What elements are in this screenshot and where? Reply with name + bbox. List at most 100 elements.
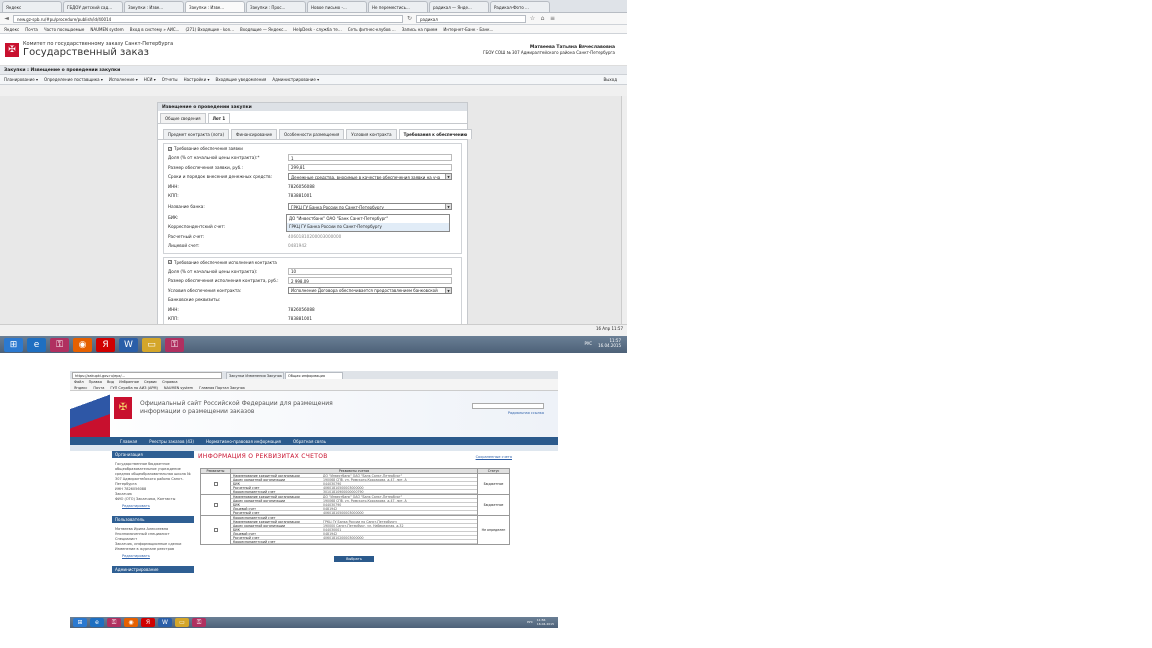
ie-icon[interactable]: e bbox=[27, 337, 46, 352]
start-button-icon[interactable]: ⊞ bbox=[73, 618, 87, 627]
folder-icon[interactable]: ▭ bbox=[175, 618, 189, 627]
bookmark-item[interactable]: HelpDesk - служба те... bbox=[293, 27, 342, 32]
menu-item[interactable]: Справка bbox=[162, 380, 177, 385]
menu-item-reports[interactable]: Отчеты bbox=[162, 77, 178, 82]
header-link[interactable]: Радиальная ссылка bbox=[508, 411, 544, 415]
clock[interactable]: 11:57 16.04.2015 bbox=[598, 338, 621, 348]
bookmark-item[interactable]: Сеть фитнес-клубов ... bbox=[348, 27, 396, 32]
row-checkbox[interactable] bbox=[213, 527, 218, 532]
tab-lot-1[interactable]: Лот 1 bbox=[207, 113, 231, 123]
bookmark-item[interactable]: Входящие — Яндекс... bbox=[240, 27, 287, 32]
bookmark-item[interactable]: Яндекс bbox=[4, 27, 19, 32]
browser-tab[interactable]: Радикал-Фото ... bbox=[490, 1, 550, 12]
menu-item[interactable]: Сервис bbox=[144, 380, 157, 385]
sidebar-head-organization[interactable]: Организация bbox=[112, 451, 194, 458]
browser-tab[interactable]: Не переместись... bbox=[368, 1, 428, 12]
menu-item[interactable]: Файл bbox=[74, 380, 84, 385]
ie-icon[interactable]: e bbox=[90, 618, 104, 627]
home-icon[interactable]: ⌂ bbox=[539, 15, 546, 22]
browser-tab[interactable]: ГБДОУ детский сад... bbox=[63, 1, 123, 12]
key-icon[interactable]: ⚿ bbox=[50, 337, 69, 352]
menu-item-notifications[interactable]: Входящие уведомления bbox=[215, 77, 266, 82]
tab-general[interactable]: Общие сведения bbox=[160, 113, 206, 123]
browser-tab[interactable]: радикал — Янде... bbox=[429, 1, 489, 12]
menu-item-nsi[interactable]: НСИ ▾ bbox=[144, 77, 156, 82]
menu-item-supplier[interactable]: Определение поставщика ▾ bbox=[44, 77, 103, 82]
bookmark-item[interactable]: Часто посещаемые bbox=[44, 27, 84, 32]
clock[interactable]: 11:56 16.04.2015 bbox=[537, 618, 554, 626]
edit-organization-link[interactable]: Редактировать bbox=[112, 502, 194, 510]
subtab-subject[interactable]: Предмет контракта (лота) bbox=[163, 129, 230, 139]
page-scrollbar[interactable] bbox=[621, 96, 627, 326]
back-icon[interactable]: ◄ bbox=[3, 15, 10, 22]
bookmark-item[interactable]: Яндекс bbox=[74, 386, 87, 390]
subtab-financing[interactable]: Финансирование bbox=[231, 129, 278, 139]
browser-tab-active[interactable]: Общая информация bbox=[285, 372, 343, 379]
bank-select[interactable]: ГРКЦ ГУ Банка России по Санкт-Петербургу… bbox=[288, 203, 452, 210]
word-icon[interactable]: W bbox=[119, 337, 138, 352]
menu-item[interactable]: Правка bbox=[89, 380, 102, 385]
start-button-icon[interactable]: ⊞ bbox=[4, 337, 23, 352]
folder-icon[interactable]: ▭ bbox=[142, 337, 161, 352]
firefox-icon[interactable]: ◉ bbox=[73, 337, 92, 352]
browser-tab[interactable]: Закупки Изменения Закупок bbox=[226, 372, 284, 379]
dropdown-option-selected[interactable]: ГРКЦ ГУ Банка России по Санкт-Петербургу bbox=[287, 223, 449, 231]
menu-item[interactable]: Вид bbox=[107, 380, 114, 385]
bookmark-item[interactable]: NAUMEN system bbox=[164, 386, 193, 390]
table-row[interactable]: Корреспондентский счет Наименование кред… bbox=[200, 515, 510, 545]
contract-terms-select[interactable]: Исполнение Договора обеспечивается предо… bbox=[288, 286, 452, 294]
bookmark-item[interactable]: NAUMEN system bbox=[90, 27, 123, 32]
bookmark-item[interactable]: ГУП Служба по АИЗ (АРМ) bbox=[110, 386, 158, 390]
firefox-icon[interactable]: ◉ bbox=[124, 618, 138, 627]
browser-tab[interactable]: Закупки : Прос... bbox=[246, 1, 306, 12]
bid-security-checkbox[interactable]: ✓ bbox=[168, 146, 172, 151]
menu-item-settings[interactable]: Настройки ▾ bbox=[184, 77, 210, 82]
contract-security-checkbox[interactable]: ✓ bbox=[168, 260, 172, 264]
exit-link[interactable]: Выход bbox=[604, 77, 617, 82]
search-input[interactable] bbox=[472, 403, 544, 409]
table-row[interactable]: Наименование кредитной организации ДО "Ин… bbox=[200, 494, 510, 516]
url-field[interactable]: new.gz-spb.ru/#pu/procedure/publish/id/4… bbox=[13, 14, 403, 23]
key-icon[interactable]: ⚿ bbox=[192, 618, 206, 627]
edit-user-link[interactable]: Редактировать bbox=[112, 552, 194, 560]
browser-tab[interactable]: Яндекс bbox=[2, 1, 62, 12]
language-indicator[interactable]: РУС bbox=[527, 620, 533, 624]
star-icon[interactable]: ☆ bbox=[529, 15, 536, 22]
bookmark-item[interactable]: Почта bbox=[25, 27, 38, 32]
nav-item[interactable]: Главная bbox=[120, 439, 137, 444]
browser-tab[interactable]: Новое письмо -... bbox=[307, 1, 367, 12]
menu-item-execution[interactable]: Исполнение ▾ bbox=[109, 77, 138, 82]
row-checkbox[interactable] bbox=[213, 481, 218, 486]
word-icon[interactable]: W bbox=[158, 618, 172, 627]
nav-item[interactable]: Реестры заказов (43) bbox=[149, 439, 194, 444]
key-icon[interactable]: ⚿ bbox=[107, 618, 121, 627]
subtab-features[interactable]: Особенности размещения bbox=[279, 129, 345, 139]
bookmark-item[interactable]: Главная Портал Закупок bbox=[199, 386, 245, 390]
contract-amount-input[interactable]: 2 998,09 bbox=[288, 277, 452, 285]
bookmark-item[interactable]: Вход в систему » АИС... bbox=[130, 27, 180, 32]
browser-tab[interactable]: Закупки : Изве... bbox=[124, 1, 184, 12]
sidebar-head-user[interactable]: Пользователь bbox=[112, 516, 194, 523]
menu-item[interactable]: Избранное bbox=[119, 380, 139, 385]
dropdown-option[interactable]: ДО "Инвестбанк" ОАО "Банк Санкт-Петербур… bbox=[287, 215, 449, 223]
bookmark-item[interactable]: Почта bbox=[93, 386, 104, 390]
row-checkbox[interactable] bbox=[213, 502, 218, 507]
key-icon[interactable]: ⚿ bbox=[165, 337, 184, 352]
subtab-conditions[interactable]: Условия контракта bbox=[346, 129, 397, 139]
language-indicator[interactable]: РУС bbox=[584, 341, 592, 346]
table-row[interactable]: Наименование кредитной организации ДО "Ин… bbox=[200, 473, 510, 495]
select-button[interactable]: Выбрать bbox=[334, 556, 374, 562]
bid-share-input[interactable]: 1 bbox=[288, 154, 452, 162]
yandex-icon[interactable]: Я bbox=[141, 618, 155, 627]
menu-item-planning[interactable]: Планирование ▾ bbox=[4, 77, 38, 82]
nav-item[interactable]: Нормативно-правовая информация bbox=[206, 439, 281, 444]
reload-icon[interactable]: ↻ bbox=[406, 15, 413, 22]
nav-item[interactable]: Обратная связь bbox=[293, 439, 326, 444]
browser-tab-active[interactable]: Закупки : Изве... bbox=[185, 1, 245, 12]
url-field[interactable]: https://zakupki.gov.ru/epz/... bbox=[72, 372, 222, 379]
menu-icon[interactable]: ≡ bbox=[549, 15, 556, 22]
bookmark-item[interactable]: (271) Входящие - kon... bbox=[185, 27, 234, 32]
bid-terms-select[interactable]: Денежные средства, вносимые в качестве о… bbox=[288, 173, 452, 181]
bookmark-item[interactable]: Интернет-Банк - Банк... bbox=[443, 27, 493, 32]
bid-amount-input[interactable]: 299,81 bbox=[288, 163, 452, 171]
